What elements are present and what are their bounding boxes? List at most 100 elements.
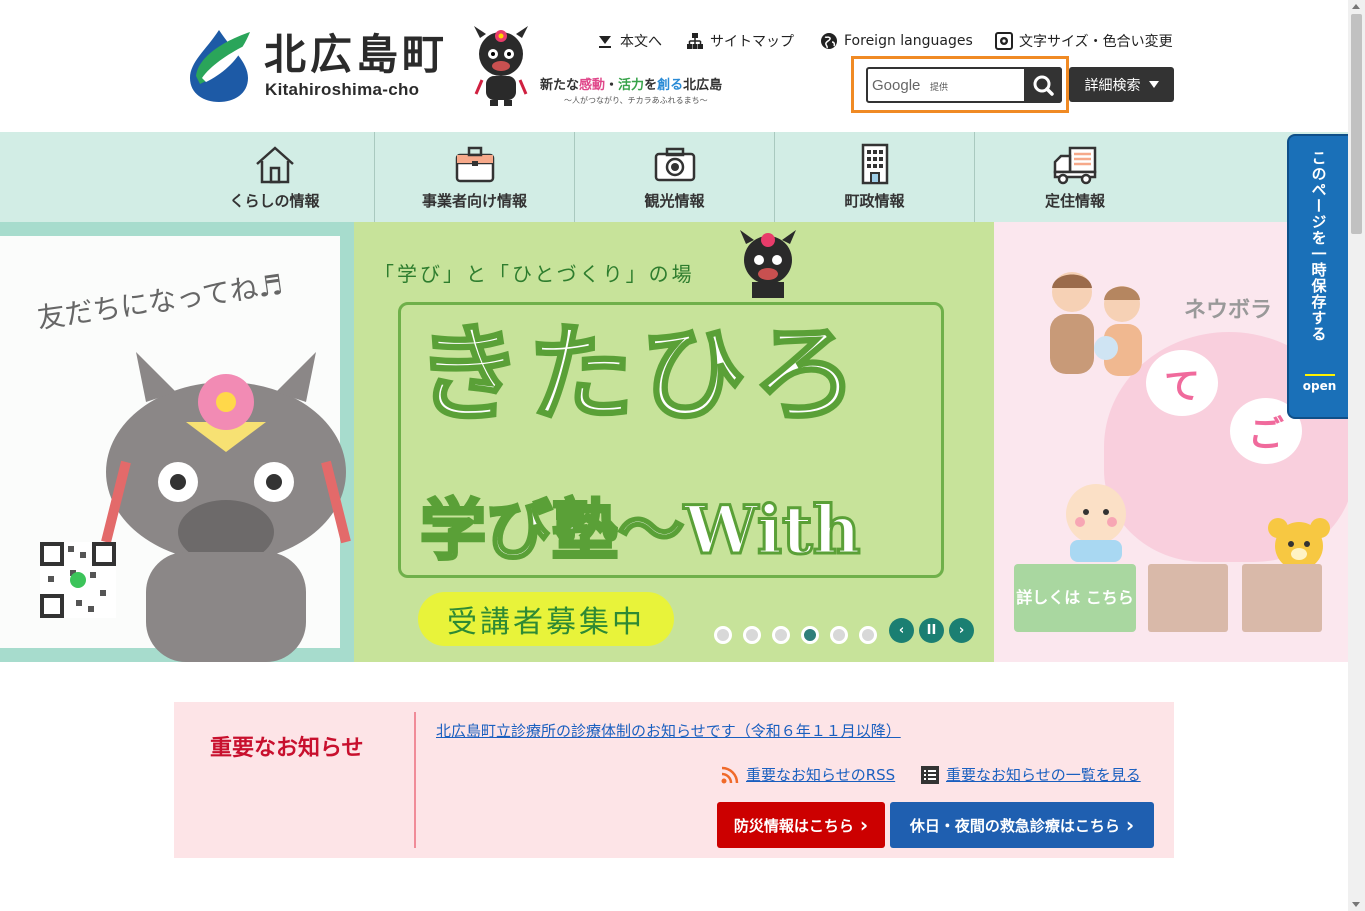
sitemap-icon <box>687 33 703 49</box>
slide-center-caption: 「学び」と「ひとづくり」の場 <box>374 262 695 286</box>
text-size-color-label: 文字サイズ・色合い変更 <box>1019 34 1173 50</box>
caret-down-icon <box>1148 81 1159 88</box>
slogan-dot: ・ <box>605 78 619 93</box>
slider-controls: ‹ II › <box>889 618 974 643</box>
slogan-blue: 創る <box>657 78 684 93</box>
slide-recruit-pill: 受講者募集中 <box>418 592 674 646</box>
notice-divider <box>414 712 416 848</box>
slider-dot-5[interactable] <box>830 626 848 644</box>
sitemap-label: サイトマップ <box>710 34 794 50</box>
gear-icon <box>995 32 1013 50</box>
mascot-small-icon <box>740 230 796 298</box>
train-box-2 <box>1242 564 1322 632</box>
nav-item-tourism[interactable]: 観光情報 <box>575 132 775 222</box>
nav-label-town-admin: 町政情報 <box>844 192 905 210</box>
search-icon <box>1033 75 1054 96</box>
emergency-care-label: 休日・夜間の救急診療はこちら <box>909 816 1120 835</box>
notice-title: 重要なお知らせ <box>210 736 364 761</box>
slider-dot-1[interactable] <box>714 626 732 644</box>
page: 北広島町 Kitahiroshima-cho 新たな感動・活力を創る北広島 〜人… <box>0 0 1365 911</box>
nav-label-tourism: 観光情報 <box>644 192 705 210</box>
search-button[interactable] <box>1024 67 1062 103</box>
site-slogan: 新たな感動・活力を創る北広島 〜人がつながり、チカラあふれるまち〜 <box>540 74 740 106</box>
briefcase-icon <box>455 146 494 183</box>
logo-japanese: 北広島町 <box>264 30 449 79</box>
slogan-sub: 〜人がつながり、チカラあふれるまち〜 <box>564 96 708 105</box>
details-cart: 詳しくは こちら <box>1014 564 1136 632</box>
save-page-tab-open: open <box>1289 374 1350 393</box>
nav-label-settlement: 定住情報 <box>1044 192 1105 210</box>
truck-icon <box>1053 146 1097 185</box>
nav-item-town-admin[interactable]: 町政情報 <box>775 132 975 222</box>
text-size-color-link[interactable]: 文字サイズ・色合い変更 <box>995 30 1173 52</box>
foreign-languages-label: Foreign languages <box>844 33 973 49</box>
chevron-right-icon: › <box>859 813 869 837</box>
important-notices: 重要なお知らせ 北広島町立診療所の診療体制のお知らせです（令和６年１１月以降） … <box>174 702 1174 858</box>
slide-center-title: きたひろ <box>415 311 864 436</box>
save-page-tab[interactable]: このページを一時保存する open <box>1287 134 1348 419</box>
main-nav: くらしの情報 事業者向け情報 観光情報 町政情報 定住情報 <box>0 132 1348 222</box>
slogan-main: 新たな感動・活力を創る北広島 <box>540 74 740 93</box>
notice-list-link[interactable]: 重要なお知らせの一覧を見る <box>920 764 1141 785</box>
advanced-search-label: 詳細検索 <box>1084 77 1141 94</box>
slogan-prefix: 新たな <box>540 78 580 93</box>
logo-english: Kitahiroshima-cho <box>265 80 420 99</box>
vertical-scrollbar[interactable] <box>1348 0 1365 911</box>
slogan-green: 活力 <box>618 78 645 93</box>
notice-clinic-link[interactable]: 北広島町立診療所の診療体制のお知らせです（令和６年１１月以降） <box>436 720 901 741</box>
slogan-suffix: 北広島 <box>683 78 723 93</box>
search-provider-label: 提供 <box>930 83 949 93</box>
train-box-1 <box>1148 564 1228 632</box>
notice-rss-link[interactable]: 重要なお知らせのRSS <box>720 764 895 785</box>
slider-prev-button[interactable]: ‹ <box>889 618 914 643</box>
scroll-thumb[interactable] <box>1351 14 1362 234</box>
foreign-languages-link[interactable]: Foreign languages <box>820 30 973 52</box>
slider-dot-3[interactable] <box>772 626 790 644</box>
scroll-down-arrow-icon[interactable] <box>1352 902 1360 907</box>
family-illustration <box>1050 272 1142 376</box>
slider-dot-6[interactable] <box>859 626 877 644</box>
slide-right-te: て <box>1146 350 1218 416</box>
rss-icon <box>721 766 739 783</box>
slide-right-title: ネウボラ <box>1184 298 1273 323</box>
sitemap-link[interactable]: サイトマップ <box>686 30 794 52</box>
nav-item-living[interactable]: くらしの情報 <box>175 132 375 222</box>
slogan-pink: 感動 <box>579 78 606 93</box>
baby-illustration <box>1066 484 1126 562</box>
chevron-right-icon: › <box>1125 813 1135 837</box>
nav-label-living: くらしの情報 <box>229 192 320 210</box>
logo-drop-icon <box>190 30 250 102</box>
building-icon <box>861 143 888 185</box>
slogan-mid: を <box>644 78 658 93</box>
slider-next-button[interactable]: › <box>949 618 974 643</box>
slide-line-friends[interactable]: 友だちになってね♬ <box>0 222 354 662</box>
site-logo[interactable]: 北広島町 Kitahiroshima-cho <box>186 24 456 108</box>
nav-item-settlement[interactable]: 定住情報 <box>975 132 1175 222</box>
slider-dots <box>714 626 877 644</box>
slider-dot-2[interactable] <box>743 626 761 644</box>
slide-manabi-juku[interactable]: 「学び」と「ひとづくり」の場 きたひろ 学び塾〜With 受講者募集中 <box>354 222 994 662</box>
advanced-search-button[interactable]: 詳細検索 <box>1069 67 1174 102</box>
notice-rss-label: 重要なお知らせのRSS <box>746 766 896 784</box>
qr-code-icon <box>40 542 116 618</box>
mascot-illustration <box>101 352 351 662</box>
slider-dot-4[interactable] <box>801 626 819 644</box>
hero-slider: 友だちになってね♬ 「学び」と「ひとづくり」の場 きたひろ 学び塾〜With 受… <box>0 222 1348 662</box>
arrow-down-icon <box>599 36 611 48</box>
nav-label-business: 事業者向け情報 <box>421 192 527 210</box>
disaster-info-button[interactable]: 防災情報はこちら › <box>717 802 885 848</box>
emergency-care-button[interactable]: 休日・夜間の救急診療はこちら › <box>890 802 1154 848</box>
nav-item-business[interactable]: 事業者向け情報 <box>375 132 575 222</box>
notice-list-label: 重要なお知らせの一覧を見る <box>946 766 1141 784</box>
list-icon <box>921 765 939 784</box>
search-box: 提供 <box>866 67 1062 103</box>
skip-to-content-link[interactable]: 本文へ <box>596 30 662 52</box>
scroll-up-arrow-icon[interactable] <box>1352 4 1360 9</box>
mascot-icon <box>474 26 528 106</box>
disaster-info-label: 防災情報はこちら <box>733 816 854 835</box>
slide-center-subtitle: 学び塾〜With <box>419 490 863 571</box>
camera-icon <box>654 147 695 182</box>
slider-pause-button[interactable]: II <box>919 618 944 643</box>
globe-icon <box>821 33 837 49</box>
house-icon <box>255 146 294 184</box>
